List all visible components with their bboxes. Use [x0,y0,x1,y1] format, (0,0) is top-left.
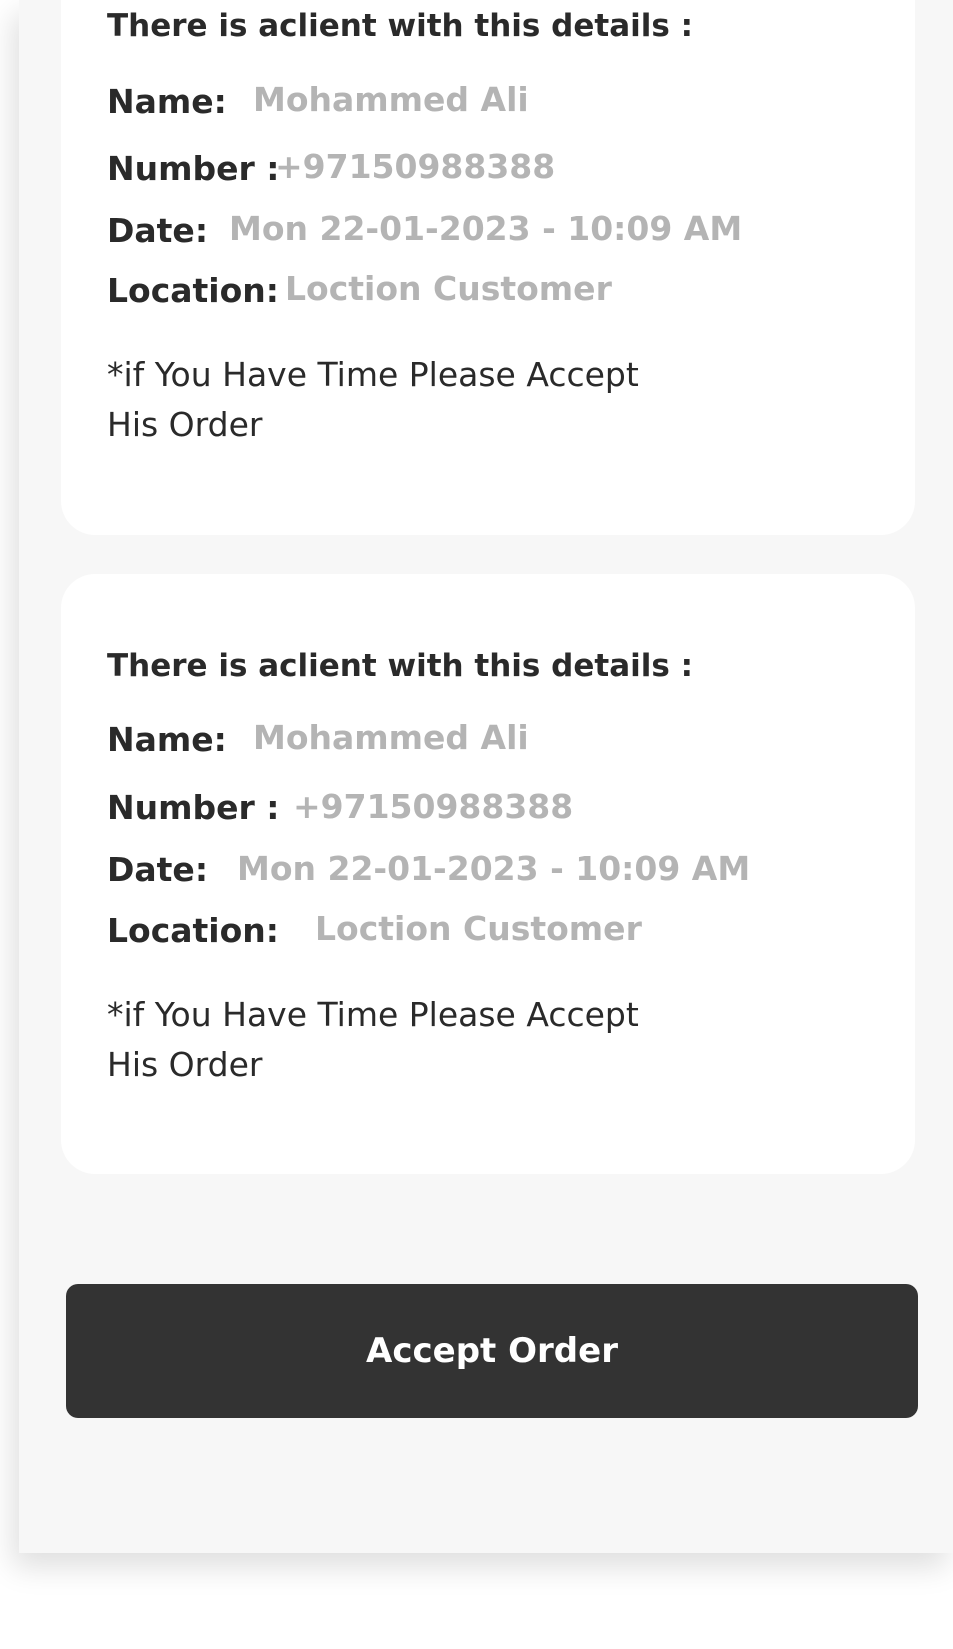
number-value: +97150988388 [293,787,574,826]
name-label: Name: [107,82,227,121]
number-label: Number : [107,149,280,188]
name-value: Mohammed Ali [253,718,529,757]
name-label: Name: [107,720,227,759]
location-label: Location: [107,911,279,950]
card-heading: There is aclient with this details : [107,648,694,684]
date-label: Date: [107,211,209,250]
location-value: Loction Customer [315,909,642,948]
date-label: Date: [107,850,209,889]
date-value: Mon 22-01-2023 - 10:09 AM [237,849,751,888]
name-value: Mohammed Ali [253,80,529,119]
client-details-card: There is aclient with this details : Nam… [61,574,915,1174]
order-note: *if You Have Time Please Accept His Orde… [107,995,639,1084]
card-heading: There is aclient with this details : [107,8,694,44]
date-value: Mon 22-01-2023 - 10:09 AM [229,209,743,248]
location-value: Loction Customer [285,269,612,308]
order-panel: There is aclient with this details : Nam… [19,0,953,1553]
accept-order-button[interactable]: Accept Order [66,1284,918,1418]
number-label: Number : [107,788,280,827]
order-note: *if You Have Time Please Accept His Orde… [107,355,639,444]
location-label: Location: [107,271,279,310]
client-details-card: There is aclient with this details : Nam… [61,0,915,535]
number-value: +97150988388 [275,147,556,186]
